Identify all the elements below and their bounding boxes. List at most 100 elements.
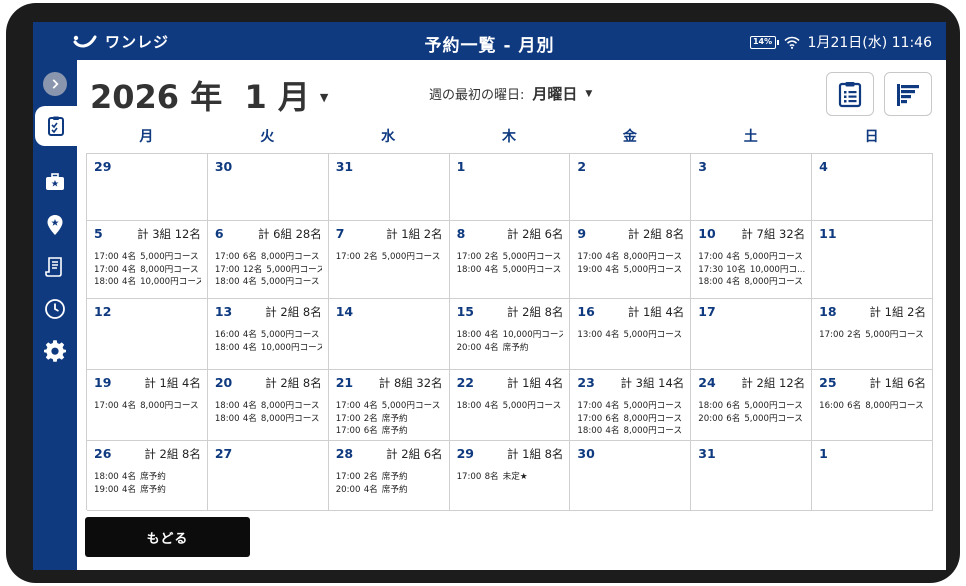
reservation-item[interactable]: 17:00 4名 8,000円コース — [94, 400, 201, 413]
sidebar-item-reservations[interactable] — [35, 106, 77, 146]
reservation-item[interactable]: 18:00 6名 5,000円コース — [698, 400, 805, 413]
calendar-day-cell[interactable]: 18 計 1組 2名 17:00 2名 5,000円コース — [812, 299, 933, 370]
reservation-item[interactable]: 17:00 4名 5,000円コース — [336, 400, 443, 413]
calendar-day-cell[interactable]: 17 — [691, 299, 813, 370]
calendar-day-cell[interactable]: 1 — [449, 154, 571, 221]
reservation-item[interactable]: 18:00 4名 席予約 — [94, 471, 201, 484]
calendar-day-cell[interactable]: 31 — [691, 441, 813, 511]
reservation-item[interactable]: 19:00 4名 5,000円コース — [577, 264, 684, 277]
sidebar-item-register[interactable] — [33, 162, 77, 202]
reservation-item[interactable]: 20:00 6名 5,000円コース — [698, 413, 805, 426]
reservation-item[interactable]: 17:00 2名 5,000円コース — [336, 251, 443, 264]
reservation-course: 5,000円コース — [623, 264, 683, 275]
reservation-item[interactable]: 17:00 4名 8,000円コース — [577, 251, 684, 264]
calendar-day-cell[interactable]: 4 — [812, 154, 933, 221]
reservation-item[interactable]: 17:30 10名 10,000円コ... — [698, 264, 805, 277]
calendar-day-cell[interactable]: 13 計 2組 8名 16:00 4名 5,000円コース 18:00 4名 10,000円コ… — [207, 299, 329, 370]
timeline-view-button[interactable] — [884, 72, 932, 116]
calendar-day-cell[interactable]: 5計 3組 12名 17:00 4名 5,000円コース 17:00 4名 8,000円コー… — [87, 221, 208, 299]
reservation-item[interactable]: 17:00 6名 8,000円コース — [577, 413, 684, 426]
reservation-item[interactable]: 16:00 4名 5,000円コース — [215, 329, 322, 342]
list-view-button[interactable] — [826, 72, 874, 116]
calendar-day-cell[interactable]: 26 計 2組 8名 18:00 4名 席予約 19:00 4名 席予約 — [87, 441, 208, 511]
day-number: 2 — [577, 159, 587, 174]
reservation-item[interactable]: 17:00 4名 5,000円コース — [94, 251, 201, 264]
reservation-item[interactable]: 18:00 4名 8,000円コース — [577, 425, 684, 438]
reservation-party-size: 6名 — [605, 413, 620, 424]
calendar-day-cell[interactable]: 10 計 7組 32名 17:00 4名 5,000円コース 17:30 10名 10,000… — [691, 221, 813, 299]
month-selector[interactable]: 2026 年 1 月 ▼ — [90, 72, 328, 118]
calendar-day-cell[interactable]: 16 計 1組 4名 13:00 4名 5,000円コース — [570, 299, 692, 370]
calendar-day-cell[interactable]: 3 — [691, 154, 813, 221]
reservation-item[interactable]: 20:00 4名 席予約 — [336, 484, 443, 497]
calendar-day-cell[interactable]: 12 — [87, 299, 208, 370]
reservation-item[interactable]: 18:00 4名 10,000円コース — [457, 329, 564, 342]
reservation-item[interactable]: 17:00 8名 未定★ — [457, 471, 564, 484]
reservation-time: 18:00 — [214, 413, 240, 424]
calendar-day-cell[interactable]: 11 — [812, 221, 933, 299]
sidebar-item-history[interactable] — [33, 289, 77, 329]
reservation-course: 5,000円コース — [744, 413, 803, 424]
reservation-item[interactable]: 18:00 4名 8,000円コース — [215, 413, 322, 426]
reservation-item[interactable]: 18:00 4名 5,000円コース — [215, 276, 322, 289]
calendar-day-cell[interactable]: 29 計 1組 8名 17:00 8名 未定★ — [449, 441, 571, 511]
calendar-day-cell[interactable]: 14 — [328, 299, 450, 370]
reservation-item[interactable]: 19:00 4名 席予約 — [94, 484, 201, 497]
month-label: 2026 年 1 月 — [90, 78, 310, 116]
calendar-day-cell[interactable]: 25 計 1組 6名 16:00 6名 8,000円コース — [812, 370, 933, 441]
calendar-day-cell[interactable]: 30 — [570, 441, 692, 511]
calendar-day-cell[interactable]: 27 — [207, 441, 329, 511]
calendar-day-cell[interactable]: 21 計 8組 32名 17:00 4名 5,000円コース 17:00 2名 席予約 17:0… — [328, 370, 450, 441]
calendar-day-cell[interactable]: 29 — [87, 154, 208, 221]
sidebar-item-settings[interactable] — [33, 331, 77, 371]
reservation-item[interactable]: 17:00 4名 5,000円コース — [577, 400, 684, 413]
reservation-item[interactable]: 18:00 4名 5,000円コース — [457, 264, 564, 277]
reservation-item[interactable]: 17:00 6名 席予約 — [336, 425, 443, 438]
day-summary: 計 2組 8名 — [506, 305, 564, 319]
calendar-day-cell[interactable]: 2 — [570, 154, 692, 221]
reservation-item[interactable]: 16:00 6名 8,000円コース — [819, 400, 926, 413]
calendar-day-cell[interactable]: 7 計 1組 2名 17:00 2名 5,000円コース — [328, 221, 450, 299]
reservation-time: 17:00 — [698, 252, 724, 262]
back-button[interactable]: もどる — [85, 517, 250, 557]
sidebar-collapse-button[interactable] — [33, 64, 77, 104]
calendar-day-cell[interactable]: 30 — [207, 154, 329, 221]
reservation-course: 5,000円コース — [381, 401, 441, 411]
calendar-day-cell[interactable]: 24 計 2組 12名 18:00 6名 5,000円コース 20:00 6名 5,000円コ… — [691, 370, 813, 441]
reservation-item[interactable]: 13:00 4名 5,000円コース — [577, 329, 684, 342]
reservation-item[interactable]: 18:00 4名 8,000円コース — [698, 276, 805, 289]
sidebar-item-receipts[interactable] — [33, 247, 77, 287]
reservation-item[interactable]: 17:00 2名 席予約 — [336, 471, 443, 484]
reservation-item[interactable]: 17:00 4名 5,000円コース — [698, 251, 805, 264]
calendar-day-cell[interactable]: 22 計 1組 4名 18:00 4名 5,000円コース — [449, 370, 571, 441]
day-cell-header: 15 計 2組 8名 — [457, 304, 564, 322]
calendar-day-cell[interactable]: 8計 2組 6名 17:00 2名 5,000円コース 18:00 4名 5,000円コース — [449, 221, 571, 299]
reservation-time: 18:00 — [94, 472, 119, 482]
reservation-item[interactable]: 20:00 4名 席予約 — [457, 342, 564, 355]
calendar-day-cell[interactable]: 28 計 2組 6名 17:00 2名 席予約 20:00 4名 席予約 — [328, 441, 450, 511]
reservation-item[interactable]: 17:00 12名 5,000円コース — [215, 264, 322, 277]
calendar-day-cell[interactable]: 23 計 3組 14名 17:00 4名 5,000円コース 17:00 6名 8,000円コ… — [570, 370, 692, 441]
reservation-item[interactable]: 17:00 2名 5,000円コース — [457, 251, 564, 264]
day-number: 30 — [577, 446, 595, 461]
calendar-day-cell[interactable]: 15 計 2組 8名 18:00 4名 10,000円コース 20:00 4名 席予約 — [449, 299, 571, 370]
reservation-item[interactable]: 17:00 6名 8,000円コース — [215, 251, 322, 264]
reservation-item[interactable]: 18:00 4名 10,000円コース — [215, 342, 322, 355]
reservation-item[interactable]: 17:00 2名 5,000円コース — [819, 329, 926, 342]
calendar-day-cell[interactable]: 20 計 2組 8名 18:00 4名 8,000円コース 18:00 4名 8,000円コー… — [207, 370, 329, 441]
reservation-course: 10,000円コース — [502, 330, 564, 340]
calendar-day-cell[interactable]: 9計 2組 8名 17:00 4名 8,000円コース 19:00 4名 5,000円コース — [570, 221, 692, 299]
day-cell-header: 5 計 3組 12名 — [94, 226, 201, 244]
reservation-item[interactable]: 18:00 4名 10,000円コース — [94, 276, 201, 289]
calendar-day-cell[interactable]: 6計 6組 28名 17:00 6名 8,000円コース 17:00 12名 5,000円コ… — [207, 221, 329, 299]
calendar-day-cell[interactable]: 1 — [812, 441, 933, 511]
reservation-item[interactable]: 17:00 2名 席予約 — [336, 413, 443, 426]
reservation-item[interactable]: 17:00 4名 8,000円コース — [94, 264, 201, 277]
reservation-item[interactable]: 18:00 4名 8,000円コース — [215, 400, 322, 413]
day-summary: 計 2組 12名 — [741, 376, 806, 390]
calendar-day-cell[interactable]: 31 — [328, 154, 450, 221]
reservation-item[interactable]: 18:00 4名 5,000円コース — [457, 400, 564, 413]
calendar-day-cell[interactable]: 19 計 1組 4名 17:00 4名 8,000円コース — [87, 370, 208, 441]
week-start-selector[interactable]: 週の最初の曜日: 月曜日 ▼ — [429, 83, 592, 104]
sidebar-item-location[interactable] — [33, 205, 77, 245]
